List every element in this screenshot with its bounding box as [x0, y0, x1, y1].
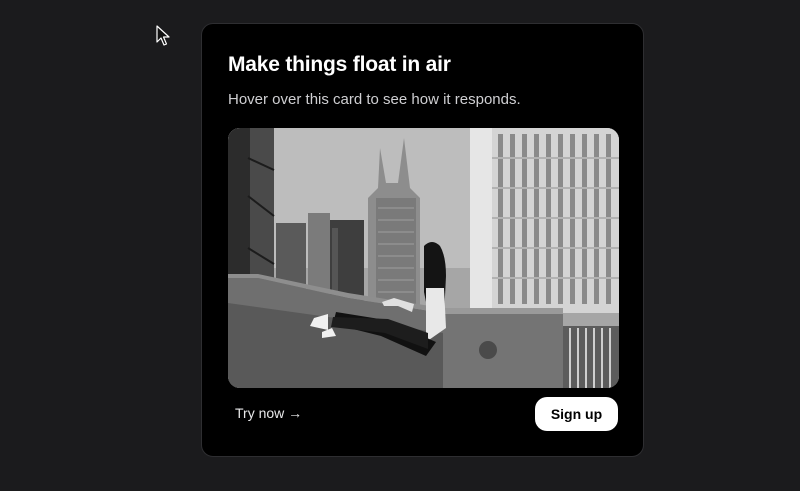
arrow-pointer-icon	[156, 25, 170, 46]
card-title: Make things float in air	[228, 53, 451, 76]
floating-card[interactable]: Make things float in air Hover over this…	[201, 23, 644, 457]
card-image	[228, 128, 619, 388]
try-now-link[interactable]: Try now →	[235, 405, 302, 421]
rooftop-photo	[228, 128, 619, 388]
card-subtitle: Hover over this card to see how it respo…	[228, 91, 521, 108]
sign-up-button[interactable]: Sign up	[535, 397, 618, 431]
